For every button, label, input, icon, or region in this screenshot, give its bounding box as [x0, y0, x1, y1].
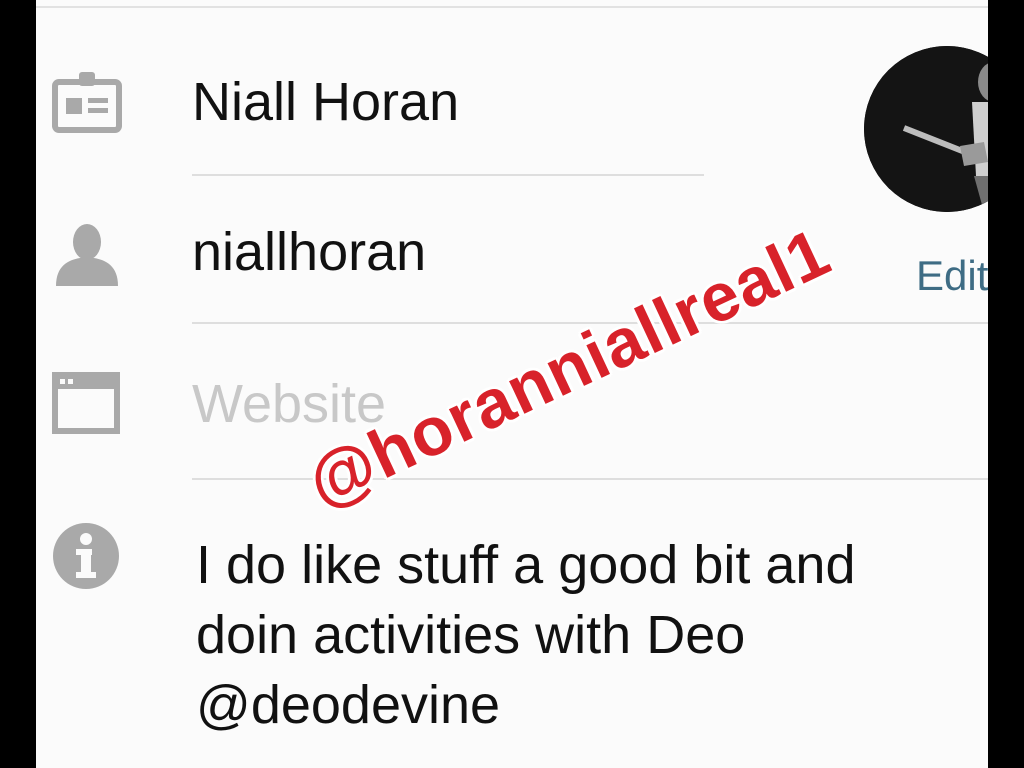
edit-profile-panel: Niall Horan niallhoran Website I do like…: [36, 0, 988, 768]
edit-avatar-link[interactable]: Edit: [916, 252, 988, 300]
info-icon: [52, 522, 120, 595]
id-card-icon: [52, 70, 122, 139]
divider: [192, 174, 704, 176]
username-field[interactable]: niallhoran: [192, 222, 426, 282]
bio-field[interactable]: I do like stuff a good bit and doin acti…: [196, 530, 976, 740]
browser-window-icon: [52, 372, 120, 439]
top-divider: [36, 6, 988, 8]
profile-avatar[interactable]: [864, 46, 988, 212]
name-field[interactable]: Niall Horan: [192, 72, 459, 132]
person-icon: [54, 222, 120, 293]
